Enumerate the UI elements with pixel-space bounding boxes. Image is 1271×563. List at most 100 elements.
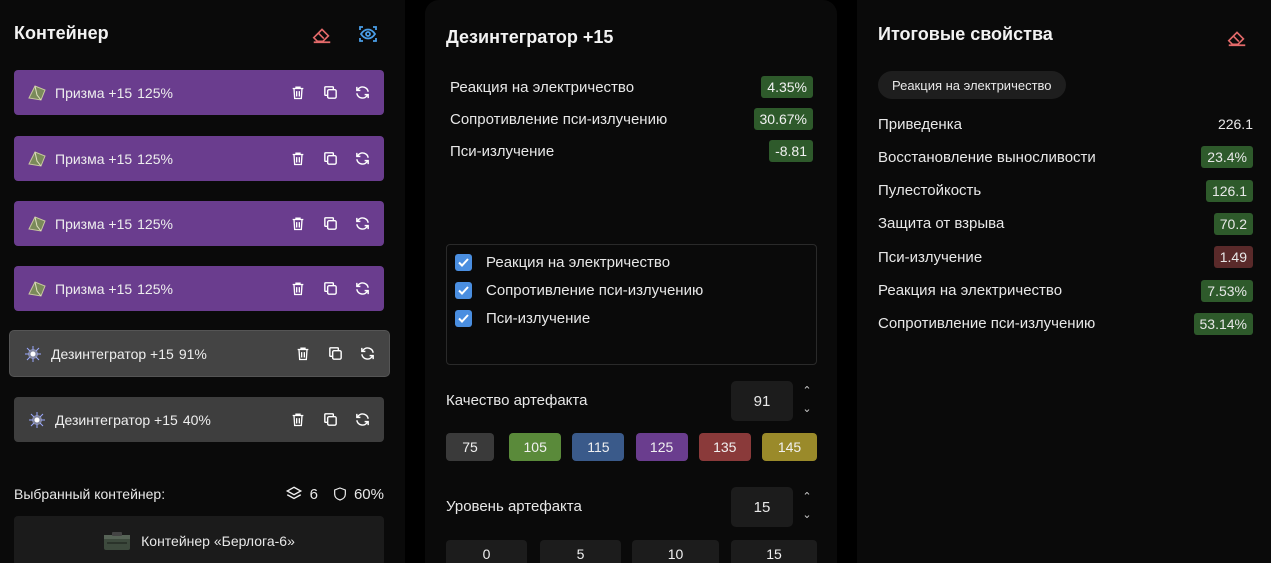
refresh-icon[interactable] [357,343,377,363]
level-preset-button[interactable]: 0 [446,540,527,563]
item-quality: 125% [137,150,173,167]
property-name: Сопротивление пси-излучению [450,110,668,128]
artifact-panel: Дезинтегратор +15 Реакция на электричест… [425,0,837,563]
level-preset-button[interactable]: 5 [540,540,621,563]
checkbox[interactable] [455,281,472,299]
quality-decrement[interactable]: ⌄ [799,402,815,416]
property-value: 1.49 [1213,246,1253,269]
eraser-icon[interactable] [1224,24,1250,50]
prism-artifact-icon [27,279,47,299]
summary-property-row: Защита от взрыва 70.2 [878,211,1253,237]
container-title: Контейнер [14,23,109,43]
level-preset-button[interactable]: 10 [632,540,719,563]
property-checkbox-row[interactable]: Реакция на электричество [455,252,670,272]
item-name: Призма +15 [55,280,133,297]
checkbox-label: Реакция на электричество [486,253,671,271]
trash-icon[interactable] [288,213,308,233]
quality-preset-button[interactable]: 145 [762,433,817,461]
quality-preset-button[interactable]: 125 [635,433,688,461]
summary-title: Итоговые свойства [878,24,1053,44]
container-item[interactable]: Дезинтегратор +15 40% [14,397,384,442]
artifact-title: Дезинтегратор +15 [446,27,614,47]
item-name: Призма +15 [55,215,133,232]
layers-icon [285,486,302,500]
copy-icon[interactable] [320,278,340,298]
container-protection: 60% [353,485,384,503]
quality-label: Качество артефакта [446,392,588,409]
level-input[interactable]: 15 [731,487,793,527]
refresh-icon[interactable] [352,213,372,233]
property-value: 23.4% [1201,146,1253,169]
eye-icon[interactable] [355,21,381,47]
container-item[interactable]: Призма +15 125% [14,136,384,181]
level-label: Уровень артефакта [446,498,582,515]
container-case-icon [104,532,131,550]
prism-artifact-icon [27,214,47,234]
checkbox-label: Сопротивление пси-излучению [486,281,704,299]
prism-artifact-icon [27,149,47,169]
property-checkbox-row[interactable]: Пси-излучение [455,308,590,328]
refresh-icon[interactable] [352,278,372,298]
checkbox[interactable] [455,309,472,327]
item-quality: 40% [182,411,211,428]
artifact-property-row: Сопротивление пси-излучению 30.67% [450,106,813,132]
quality-preset-button[interactable]: 105 [509,433,562,461]
quality-preset-button[interactable]: 115 [572,433,625,461]
container-item[interactable]: Призма +15 125% [14,70,384,115]
trash-icon[interactable] [288,278,308,298]
item-quality: 91% [178,345,207,362]
checkbox-label: Пси-излучение [486,309,591,327]
property-name: Защита от взрыва [878,215,1005,233]
selected-container-row: Выбранный контейнер: 6 60% [14,484,384,504]
checkbox[interactable] [455,253,472,271]
quality-increment[interactable]: ⌃ [799,384,815,398]
copy-icon[interactable] [325,343,345,363]
trash-icon[interactable] [288,82,308,102]
property-checkbox-row[interactable]: Сопротивление пси-излучению [455,280,703,300]
copy-icon[interactable] [320,82,340,102]
level-decrement[interactable]: ⌄ [799,508,815,522]
item-name: Призма +15 [55,84,133,101]
container-item[interactable]: Призма +15 125% [14,201,384,246]
active-property-tag[interactable]: Реакция на электричество [878,71,1066,99]
property-name: Пси-излучение [450,142,555,160]
copy-icon[interactable] [320,213,340,233]
summary-property-row: Приведенка 226.1 [878,111,1253,137]
property-name: Сопротивление пси-излучению [878,315,1096,333]
quality-input[interactable]: 91 [731,381,793,421]
property-value: 4.35% [761,76,813,98]
quality-preset-button[interactable]: 135 [698,433,751,461]
level-preset-button[interactable]: 15 [731,540,817,563]
trash-icon[interactable] [288,148,308,168]
property-value: 53.14% [1193,312,1253,335]
summary-property-row: Восстановление выносливости 23.4% [878,144,1253,170]
container-selector[interactable]: Контейнер «Берлога-6» [14,516,384,563]
level-increment[interactable]: ⌃ [799,490,815,504]
refresh-icon[interactable] [352,409,372,429]
container-name: Контейнер «Берлога-6» [141,533,295,549]
artifact-property-row: Пси-излучение -8.81 [450,138,813,164]
property-value: 126.1 [1205,179,1253,202]
item-name: Дезинтегратор +15 [51,345,174,362]
trash-icon[interactable] [293,343,313,363]
refresh-icon[interactable] [352,148,372,168]
container-item[interactable]: Призма +15 125% [14,266,384,311]
property-value: 7.53% [1201,279,1253,302]
copy-icon[interactable] [320,148,340,168]
disintegrator-artifact-icon [23,344,43,364]
quality-preset-button[interactable]: 75 [446,433,494,461]
item-name: Призма +15 [55,150,133,167]
property-filter-box: Реакция на электричество Сопротивление пс… [446,244,817,365]
property-name: Реакция на электричество [450,78,635,96]
summary-property-row: Реакция на электричество 7.53% [878,278,1253,304]
container-item[interactable]: Дезинтегратор +15 91% [10,331,389,376]
copy-icon[interactable] [320,409,340,429]
refresh-icon[interactable] [352,82,372,102]
item-name: Дезинтегратор +15 [55,411,178,428]
prism-artifact-icon [27,83,47,103]
trash-icon[interactable] [288,409,308,429]
summary-panel: Итоговые свойства Реакция на электричест… [857,0,1271,563]
disintegrator-artifact-icon [27,410,47,430]
eraser-icon[interactable] [309,21,335,47]
shield-icon [334,487,346,501]
